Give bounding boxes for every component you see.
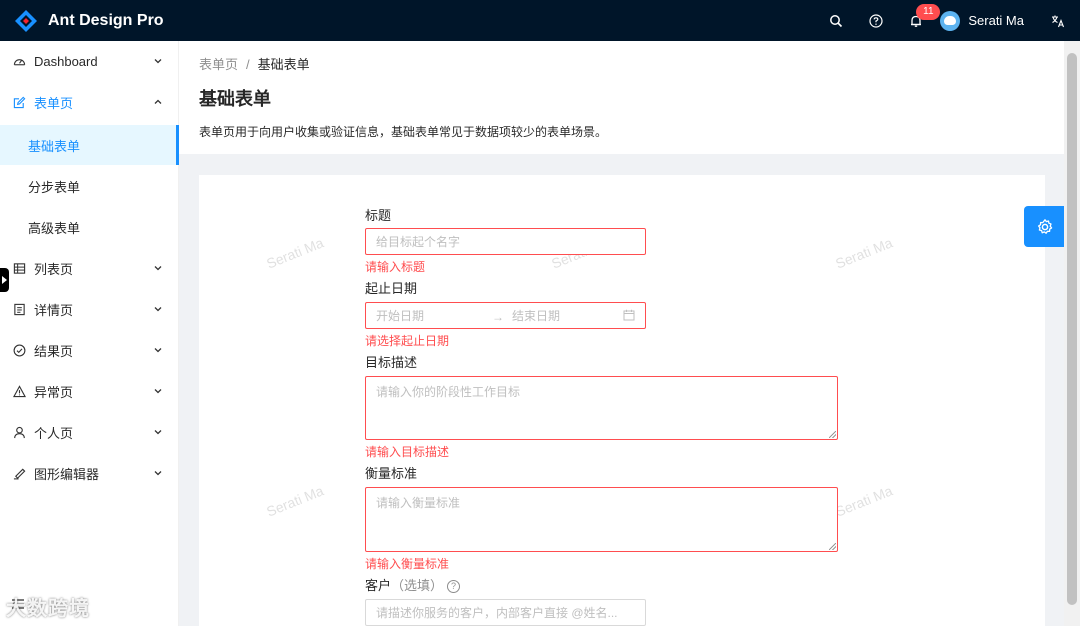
breadcrumb-link-form[interactable]: 表单页	[199, 57, 238, 72]
sidebar-expand-handle[interactable]	[0, 268, 9, 292]
form-card: Serati Ma Serati Ma Serati Ma Serati Ma …	[199, 175, 1045, 626]
standard-label: 衡量标准	[365, 466, 418, 481]
breadcrumb: 表单页 / 基础表单	[199, 54, 310, 73]
help-button[interactable]	[856, 0, 896, 41]
title-input-placeholder: 给目标起个名字	[376, 235, 461, 249]
warning-icon	[12, 384, 26, 398]
gear-icon	[1037, 218, 1053, 234]
client-label-text: 客户	[365, 578, 392, 593]
chevron-down-icon	[154, 430, 162, 435]
sidebar-item-label: 详情页	[34, 302, 74, 318]
form-icon	[12, 95, 26, 109]
client-label-hint: （选填）	[391, 578, 444, 593]
check-circle-icon	[12, 343, 26, 357]
search-icon	[830, 14, 843, 27]
page-title: 基础表单	[199, 89, 271, 109]
standard-textarea[interactable]: 请输入衡量标准	[365, 487, 838, 552]
client-label: 客户（选填）?	[365, 575, 461, 594]
title-input[interactable]: 给目标起个名字	[365, 228, 646, 255]
page-header: 表单页 / 基础表单 基础表单 表单页用于向用户收集或验证信息，基础表单常见于数据项…	[179, 41, 1064, 154]
user-menu[interactable]: Serati Ma	[936, 0, 1036, 41]
sidebar-subitem-advanced-form[interactable]: 高级表单	[0, 207, 179, 247]
goal-label: 目标描述	[365, 355, 418, 370]
date-end-placeholder[interactable]: 结束日期	[512, 303, 560, 328]
watermark: Serati Ma	[833, 482, 895, 520]
sidebar-item-account[interactable]: 个人页	[0, 412, 179, 452]
chevron-down-icon	[154, 307, 162, 312]
date-range-label: 起止日期	[365, 281, 418, 296]
date-start-placeholder[interactable]: 开始日期	[376, 307, 424, 324]
goal-error: 请输入目标描述	[365, 445, 450, 459]
resize-grip[interactable]	[829, 543, 836, 550]
client-input[interactable]: 请描述你服务的客户，内部客户直接 @姓名...	[365, 599, 646, 626]
sidebar-item-label: 图形编辑器	[34, 466, 100, 482]
date-range-picker[interactable]: 开始日期 → 结束日期	[365, 302, 646, 329]
sidebar-subitem-label: 基础表单	[28, 138, 81, 154]
title-label: 标题	[365, 208, 392, 223]
watermark: Serati Ma	[264, 234, 326, 272]
sidebar-item-label: 表单页	[34, 95, 74, 111]
language-button[interactable]	[1036, 0, 1080, 41]
notification-badge: 11	[916, 4, 941, 20]
breadcrumb-separator: /	[246, 57, 250, 72]
profile-icon	[12, 302, 26, 316]
sidebar-subitem-basic-form[interactable]: 基础表单	[0, 125, 179, 165]
sidebar-item-result[interactable]: 结果页	[0, 330, 179, 370]
date-range-error: 请选择起止日期	[365, 334, 450, 348]
sidebar-item-label: Dashboard	[34, 53, 98, 69]
standard-error: 请输入衡量标准	[365, 557, 450, 571]
standard-textarea-placeholder: 请输入衡量标准	[376, 496, 461, 510]
user-icon	[12, 425, 26, 439]
chevron-down-icon	[154, 266, 162, 271]
chevron-down-icon	[154, 471, 162, 476]
ant-design-logo-icon	[15, 9, 37, 32]
scrollbar-thumb[interactable]	[1067, 53, 1077, 605]
resize-grip[interactable]	[829, 431, 836, 438]
avatar	[940, 10, 961, 31]
sidebar-item-profile[interactable]: 详情页	[0, 289, 179, 329]
chevron-down-icon	[154, 389, 162, 394]
watermark: Serati Ma	[264, 482, 326, 520]
arrow-right-icon: →	[492, 310, 504, 324]
translation-icon	[1052, 15, 1065, 27]
logo[interactable]: Ant Design Pro	[14, 9, 164, 33]
calendar-icon	[623, 309, 635, 321]
table-icon	[12, 261, 26, 275]
page-scrollbar[interactable]	[1064, 41, 1080, 626]
question-circle-icon	[869, 13, 883, 28]
notification-button[interactable]: 11	[896, 0, 941, 41]
question-circle-icon[interactable]: ?	[447, 580, 461, 594]
sidebar-item-editor[interactable]: 图形编辑器	[0, 453, 179, 493]
dashboard-icon	[12, 54, 26, 68]
search-button[interactable]	[816, 0, 856, 41]
sidebar: Dashboard 表单页 基础表单 分步表单 高级表单 列表页 详情页 结果页…	[0, 41, 179, 626]
corner-watermark-logo: 大数跨境	[6, 598, 90, 620]
watermark: Serati Ma	[833, 234, 895, 272]
chevron-up-icon	[154, 99, 162, 104]
title-error: 请输入标题	[365, 260, 426, 274]
sidebar-subitem-step-form[interactable]: 分步表单	[0, 166, 179, 206]
sidebar-item-exception[interactable]: 异常页	[0, 371, 179, 411]
sidebar-item-form[interactable]: 表单页	[0, 82, 179, 122]
sidebar-item-list[interactable]: 列表页	[0, 248, 179, 288]
sidebar-item-label: 结果页	[34, 343, 74, 359]
breadcrumb-current: 基础表单	[257, 57, 310, 72]
chevron-down-icon	[154, 59, 162, 64]
goal-textarea[interactable]: 请输入你的阶段性工作目标	[365, 376, 838, 440]
client-input-placeholder: 请描述你服务的客户，内部客户直接 @姓名...	[376, 606, 618, 620]
sidebar-item-dashboard[interactable]: Dashboard	[0, 41, 179, 81]
sidebar-item-label: 列表页	[34, 261, 74, 277]
sidebar-subitem-label: 分步表单	[28, 179, 81, 195]
settings-drawer-button[interactable]	[1024, 206, 1066, 247]
chevron-down-icon	[154, 348, 162, 353]
top-header: Ant Design Pro 11 Serati Ma	[0, 0, 1080, 41]
user-name: Serati Ma	[968, 13, 1024, 28]
app-title: Ant Design Pro	[48, 11, 164, 29]
highlight-icon	[12, 466, 26, 480]
goal-textarea-placeholder: 请输入你的阶段性工作目标	[376, 385, 521, 399]
page-description: 表单页用于向用户收集或验证信息，基础表单常见于数据项较少的表单场景。	[199, 125, 608, 139]
sidebar-item-label: 异常页	[34, 384, 74, 400]
sidebar-subitem-label: 高级表单	[28, 220, 81, 236]
sidebar-item-label: 个人页	[34, 425, 74, 441]
